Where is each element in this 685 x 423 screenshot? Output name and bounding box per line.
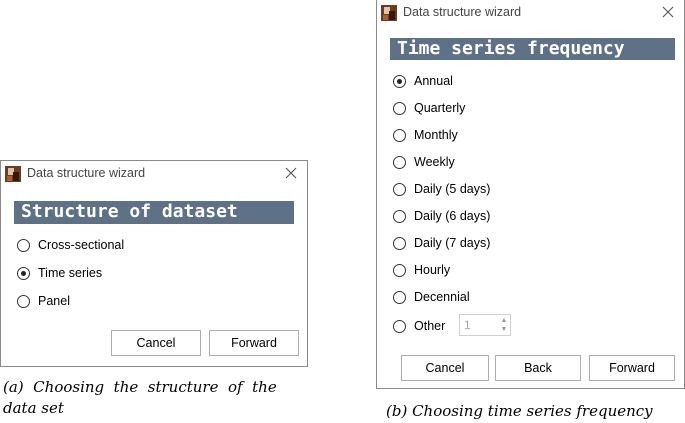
caption-a-line2: data set: [3, 399, 64, 417]
app-icon: [381, 5, 397, 21]
caption-b: (b) Choosing time series frequency: [386, 402, 653, 420]
other-frequency-spinner[interactable]: 1 ▲ ▼: [459, 314, 511, 336]
window-title: Data structure wizard: [403, 5, 522, 19]
spinner-value: 1: [464, 318, 471, 332]
radio-button[interactable]: [17, 238, 30, 252]
radio-label: Other: [414, 319, 446, 333]
radio-label: Time series: [38, 266, 103, 280]
caption-a-line1: (a) Choosing the structure of the: [3, 378, 277, 396]
close-icon[interactable]: [283, 165, 299, 181]
structure-dialog: Data structure wizard Structure of datas…: [0, 160, 308, 367]
window-title: Data structure wizard: [27, 166, 146, 180]
radio-button[interactable]: [393, 155, 406, 169]
radio-cross-sectional[interactable]: Cross-sectional: [17, 236, 124, 254]
back-button[interactable]: Back: [495, 355, 581, 381]
radio-time-series[interactable]: Time series: [17, 264, 102, 282]
radio-label: Cross-sectional: [38, 238, 125, 252]
section-header: Structure of dataset: [14, 201, 294, 224]
radio-daily-6[interactable]: Daily (6 days): [393, 207, 490, 225]
app-icon: [5, 166, 21, 182]
radio-button[interactable]: [393, 128, 406, 142]
radio-button[interactable]: [393, 263, 406, 277]
radio-label: Daily (5 days): [414, 182, 491, 196]
title-bar[interactable]: Data structure wizard: [1, 161, 307, 188]
radio-quarterly[interactable]: Quarterly: [393, 99, 465, 117]
cancel-button[interactable]: Cancel: [111, 330, 201, 356]
radio-weekly[interactable]: Weekly: [393, 153, 455, 171]
radio-label: Weekly: [414, 155, 455, 169]
radio-label: Hourly: [414, 263, 451, 277]
frequency-dialog: Data structure wizard Time series freque…: [376, 0, 685, 389]
radio-label: Panel: [38, 294, 70, 308]
radio-button[interactable]: [393, 236, 406, 250]
radio-label: Annual: [414, 74, 453, 88]
title-bar[interactable]: Data structure wizard: [377, 0, 684, 27]
close-icon[interactable]: [660, 4, 676, 20]
radio-label: Monthly: [414, 128, 458, 142]
forward-button[interactable]: Forward: [589, 355, 675, 381]
radio-annual[interactable]: Annual: [393, 72, 453, 90]
cancel-button[interactable]: Cancel: [401, 355, 489, 381]
radio-daily-5[interactable]: Daily (5 days): [393, 180, 490, 198]
radio-button[interactable]: [393, 182, 406, 196]
radio-hourly[interactable]: Hourly: [393, 261, 450, 279]
radio-label: Decennial: [414, 290, 470, 304]
radio-decennial[interactable]: Decennial: [393, 288, 470, 306]
forward-button[interactable]: Forward: [209, 330, 299, 356]
section-header: Time series frequency: [390, 38, 675, 60]
radio-daily-7[interactable]: Daily (7 days): [393, 234, 490, 252]
radio-button[interactable]: [393, 319, 406, 333]
radio-button[interactable]: [17, 266, 30, 280]
radio-button[interactable]: [393, 290, 406, 304]
caption-a: (a) Choosing the structure of the data s…: [3, 377, 313, 419]
radio-button[interactable]: [393, 209, 406, 223]
radio-button[interactable]: [17, 294, 30, 308]
radio-label: Daily (7 days): [414, 236, 491, 250]
radio-other[interactable]: Other: [393, 317, 445, 335]
radio-monthly[interactable]: Monthly: [393, 126, 458, 144]
radio-panel[interactable]: Panel: [17, 292, 70, 310]
radio-label: Quarterly: [414, 101, 466, 115]
radio-label: Daily (6 days): [414, 209, 491, 223]
radio-button[interactable]: [393, 101, 406, 115]
radio-button[interactable]: [393, 74, 406, 88]
spinner-arrows-icon[interactable]: ▲ ▼: [499, 316, 509, 334]
